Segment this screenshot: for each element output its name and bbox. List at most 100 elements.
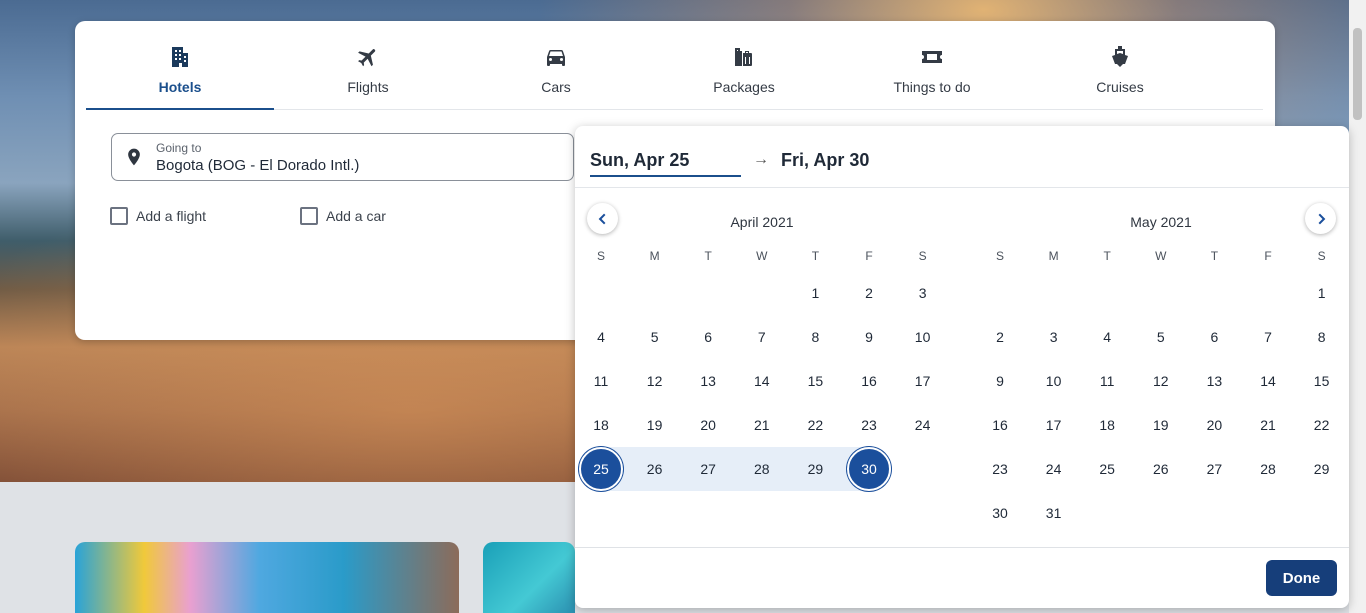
calendar-day[interactable]: 24 (901, 403, 945, 447)
calendar-day[interactable]: 3 (901, 271, 945, 315)
end-date[interactable]: Fri, Apr 30 (781, 150, 869, 171)
calendar-day[interactable]: 23 (978, 447, 1022, 491)
calendar-day[interactable]: 13 (1192, 359, 1236, 403)
calendar-day[interactable]: 14 (1246, 359, 1290, 403)
calendar-day[interactable]: 28 (1246, 447, 1290, 491)
divider (575, 547, 1349, 548)
calendar-day[interactable]: 19 (633, 403, 677, 447)
previous-month-button[interactable] (587, 203, 618, 234)
calendar-day[interactable]: 27 (1192, 447, 1236, 491)
calendar-day[interactable]: 25 (1085, 447, 1129, 491)
calendar-day[interactable]: 5 (1139, 315, 1183, 359)
tab-label: Hotels (158, 79, 202, 95)
arrow-right-icon: → (753, 151, 769, 168)
calendar-day[interactable]: 9 (978, 359, 1022, 403)
calendar-day[interactable]: 26 (1139, 447, 1183, 491)
calendar-day[interactable]: 8 (1300, 315, 1344, 359)
calendar-day[interactable]: 5 (633, 315, 677, 359)
calendar-day[interactable]: 31 (1032, 491, 1076, 535)
weekday-header: S (1317, 249, 1326, 263)
tab-cruises[interactable]: Cruises (1026, 21, 1214, 110)
calendar-day[interactable]: 24 (1032, 447, 1076, 491)
calendar-day[interactable]: 10 (1032, 359, 1076, 403)
calendar-day[interactable]: 11 (1085, 359, 1129, 403)
tab-label: Things to do (893, 79, 971, 95)
chevron-right-icon (1318, 213, 1325, 224)
calendar-day[interactable]: 30 (978, 491, 1022, 535)
tab-cars[interactable]: Cars (462, 21, 650, 110)
checkbox-box[interactable] (110, 207, 128, 225)
tab-label: Cruises (1096, 79, 1144, 95)
calendar-day[interactable]: 21 (740, 403, 784, 447)
calendar-day[interactable]: 17 (1032, 403, 1076, 447)
tab-packages[interactable]: Packages (650, 21, 838, 110)
calendar-day[interactable]: 15 (1300, 359, 1344, 403)
calendar-day[interactable]: 1 (793, 271, 837, 315)
calendar-day[interactable]: 20 (686, 403, 730, 447)
calendar-day[interactable]: 28 (740, 447, 784, 491)
next-month-button[interactable] (1305, 203, 1336, 234)
travel-tabs: Hotels Flights Cars Packages Things to d… (86, 21, 1263, 110)
calendar-day[interactable]: 17 (901, 359, 945, 403)
calendar-day[interactable]: 3 (1032, 315, 1076, 359)
ticket-icon (922, 51, 942, 63)
tab-label: Flights (347, 79, 389, 95)
calendar-day[interactable]: 14 (740, 359, 784, 403)
calendar-day[interactable]: 15 (793, 359, 837, 403)
weekday-header: S (918, 249, 927, 263)
calendar-day[interactable]: 19 (1139, 403, 1183, 447)
calendar-day[interactable]: 9 (847, 315, 891, 359)
calendar-day[interactable]: 2 (847, 271, 891, 315)
destination-field[interactable]: Going to Bogota (BOG - El Dorado Intl.) (111, 133, 574, 181)
calendar-day[interactable]: 6 (686, 315, 730, 359)
scrollbar[interactable] (1349, 0, 1366, 613)
checkbox-box[interactable] (300, 207, 318, 225)
calendar-day[interactable]: 29 (1300, 447, 1344, 491)
month-title: April 2021 (730, 214, 794, 230)
calendar-day[interactable]: 6 (1192, 315, 1236, 359)
calendar-day[interactable]: 10 (901, 315, 945, 359)
done-button[interactable]: Done (1266, 560, 1337, 596)
calendar-day[interactable]: 18 (579, 403, 623, 447)
calendar-day[interactable]: 8 (793, 315, 837, 359)
calendar-day[interactable]: 23 (847, 403, 891, 447)
calendar-day[interactable]: 13 (686, 359, 730, 403)
scrollbar-thumb[interactable] (1353, 28, 1362, 120)
calendar-day[interactable]: 7 (740, 315, 784, 359)
calendar-day[interactable]: 12 (633, 359, 677, 403)
weekday-header: M (1048, 249, 1059, 263)
weekday-header: W (756, 249, 768, 263)
calendar-day[interactable]: 16 (978, 403, 1022, 447)
destination-card-image[interactable] (75, 542, 459, 613)
tab-hotels[interactable]: Hotels (86, 21, 274, 110)
calendar-day[interactable]: 4 (1085, 315, 1129, 359)
add-flight-checkbox[interactable]: Add a flight (110, 206, 206, 226)
tab-label: Packages (713, 79, 775, 95)
calendar-day[interactable]: 11 (579, 359, 623, 403)
destination-label: Going to (156, 141, 202, 155)
calendar-day[interactable]: 22 (793, 403, 837, 447)
weekday-header: F (1264, 249, 1272, 263)
tab-flights[interactable]: Flights (274, 21, 462, 110)
add-car-checkbox[interactable]: Add a car (300, 206, 386, 226)
destination-card-image[interactable] (483, 542, 575, 613)
calendar-day[interactable]: 2 (978, 315, 1022, 359)
calendar-day[interactable]: 26 (633, 447, 677, 491)
calendar-day[interactable]: 16 (847, 359, 891, 403)
destination-value: Bogota (BOG - El Dorado Intl.) (156, 157, 360, 174)
chevron-left-icon (598, 213, 605, 224)
calendar-day[interactable]: 4 (579, 315, 623, 359)
map-pin-icon (128, 148, 140, 166)
calendar-day[interactable]: 20 (1192, 403, 1236, 447)
calendar-day[interactable]: 21 (1246, 403, 1290, 447)
calendar-day[interactable]: 12 (1139, 359, 1183, 403)
calendar-day[interactable]: 22 (1300, 403, 1344, 447)
start-date[interactable]: Sun, Apr 25 (590, 150, 741, 177)
calendar-day[interactable]: 18 (1085, 403, 1129, 447)
tab-things-to-do[interactable]: Things to do (838, 21, 1026, 110)
calendar-day[interactable]: 7 (1246, 315, 1290, 359)
calendar-day[interactable]: 1 (1300, 271, 1344, 315)
calendar-day[interactable]: 27 (686, 447, 730, 491)
calendar-day[interactable]: 25 (579, 447, 623, 491)
calendar-day[interactable]: 30 (847, 447, 891, 491)
